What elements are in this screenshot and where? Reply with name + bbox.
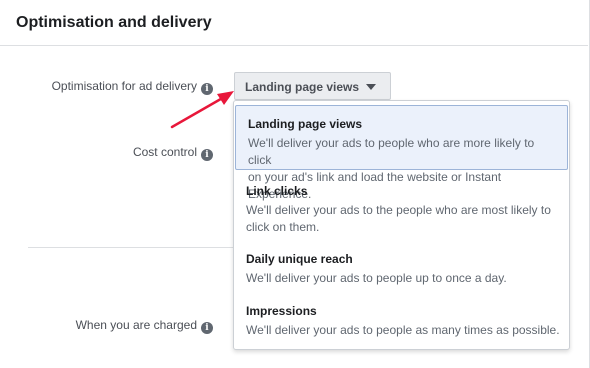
optimisation-delivery-panel: Optimisation and delivery Optimisation f…: [0, 0, 590, 368]
menu-item-landing-page-views[interactable]: Landing page views We'll deliver your ad…: [235, 105, 568, 201]
section-divider: [28, 247, 233, 248]
menu-item-title: Impressions: [246, 304, 317, 318]
desc-line: click on them.: [246, 220, 320, 234]
desc-line: We'll deliver your ads to people as many…: [246, 323, 560, 337]
cost-control-label: Cost control: [132, 145, 197, 159]
menu-item-impressions[interactable]: Impressions We'll deliver your ads to pe…: [234, 293, 569, 347]
info-icon[interactable]: i: [201, 322, 213, 334]
optimisation-menu: Landing page views We'll deliver your ad…: [233, 100, 570, 350]
info-icon[interactable]: i: [201, 149, 213, 161]
desc-line: We'll deliver your ads to the people who…: [246, 203, 551, 217]
red-arrow-icon: [170, 91, 234, 129]
charged-row: When you are charged i: [76, 318, 213, 334]
menu-item-desc: We'll deliver your ads to people as many…: [246, 322, 569, 339]
menu-item-desc: We'll deliver your ads to people up to o…: [246, 270, 569, 287]
menu-item-title: Daily unique reach: [246, 252, 353, 266]
charged-label: When you are charged: [75, 318, 197, 332]
caret-down-icon: [366, 84, 376, 90]
optimisation-dropdown[interactable]: Landing page views: [234, 72, 391, 100]
menu-item-link-clicks[interactable]: Link clicks We'll deliver your ads to th…: [234, 173, 569, 241]
menu-item-desc: We'll deliver your ads to the people who…: [246, 202, 569, 236]
dropdown-selected-value: Landing page views: [245, 80, 360, 94]
cost-control-row: Cost control i: [133, 145, 213, 161]
panel-header: Optimisation and delivery: [0, 0, 588, 46]
desc-line: We'll deliver your ads to people who are…: [248, 136, 535, 167]
menu-item-title: Landing page views: [248, 117, 363, 131]
panel-title: Optimisation and delivery: [16, 14, 212, 31]
desc-line: We'll deliver your ads to people up to o…: [246, 271, 507, 285]
menu-item-daily-unique-reach[interactable]: Daily unique reach We'll deliver your ad…: [234, 241, 569, 293]
menu-item-title: Link clicks: [246, 184, 308, 198]
